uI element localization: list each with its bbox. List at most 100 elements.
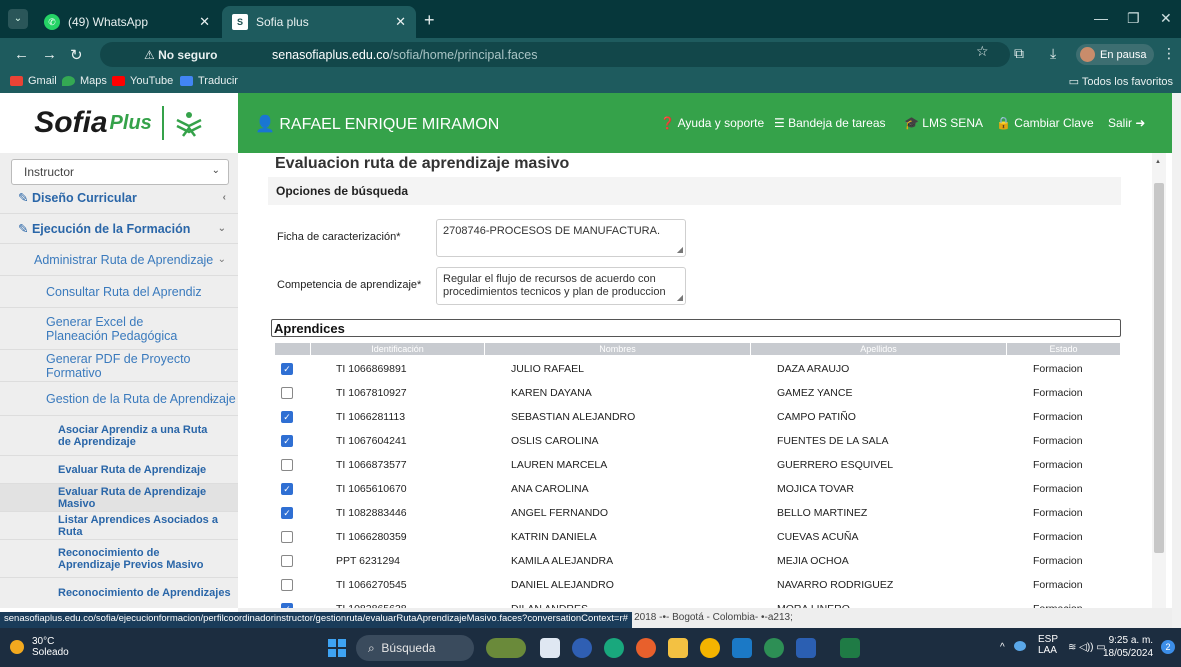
sidebar-item-administrar-ruta[interactable]: Administrar Ruta de Aprendizaje ⌄ (0, 244, 238, 276)
task-view-icon[interactable] (540, 638, 560, 658)
edit-icon: ✎ (18, 222, 29, 236)
row-checkbox[interactable] (281, 387, 293, 399)
lms-link[interactable]: 🎓 LMS SENA (904, 116, 983, 130)
network-volume-battery-icon: ≋ ◁)) ▭ (1068, 642, 1106, 653)
ficha-field[interactable]: 2708746-PROCESOS DE MANUFACTURA. ◢ (436, 219, 686, 257)
chrome-icon[interactable] (700, 638, 720, 658)
sofia-plus-logo[interactable]: Sofia Plus (0, 93, 238, 153)
chrome-profile-icon[interactable] (764, 638, 784, 658)
sidebar-item-reconocimiento-masivo[interactable]: Reconocimiento de Aprendizaje Previos Ma… (0, 540, 238, 578)
bookmarks-bar: Gmail Maps YouTube Traducir ▭ Todos los … (0, 71, 1181, 93)
sidebar-item-diseno-curricular[interactable]: ✎ Diseño Curricular ‹ (0, 182, 238, 214)
cell-nombres: KATRIN DANIELA (511, 531, 597, 543)
column-identificacion[interactable]: Identificación (311, 343, 485, 355)
address-bar[interactable]: ⚠ No seguro senasofiaplus.edu.co/sofia/h… (100, 42, 1010, 67)
column-estado[interactable]: Estado (1007, 343, 1121, 355)
whatsapp-icon: ✆ (44, 14, 60, 30)
sidebar-item-gestion-ruta[interactable]: Gestion de la Ruta de Aprendizaje ⌄ (0, 382, 238, 416)
download-icon[interactable]: ⤓ (1050, 45, 1056, 62)
cell-id: TI 1066280359 (336, 531, 407, 543)
menu-icon[interactable]: ⋮ (1162, 45, 1176, 62)
firefox-icon[interactable] (636, 638, 656, 658)
sidebar-item-evaluar-ruta[interactable]: Evaluar Ruta de Aprendizaje (0, 456, 238, 484)
tasks-link[interactable]: ☰ Bandeja de tareas (774, 116, 886, 130)
page-scrollbar[interactable] (1172, 93, 1181, 628)
minimize-icon[interactable]: — (1094, 10, 1108, 26)
bookmark-gmail[interactable]: Gmail (10, 75, 57, 87)
bookmark-youtube[interactable]: YouTube (112, 75, 173, 87)
taskbar-search[interactable]: ⌕ Búsqueda (356, 635, 474, 661)
table-header: Identificación Nombres Apellidos Estado (275, 343, 1121, 355)
widgets-icon[interactable] (486, 638, 526, 658)
row-checkbox[interactable]: ✓ (281, 363, 293, 375)
bookmark-traducir[interactable]: Traducir (180, 75, 238, 87)
sidebar-item-generar-excel[interactable]: Generar Excel de Planeación Pedagógica (0, 308, 238, 350)
edit-icon: ✎ (18, 191, 29, 205)
sidebar-item-listar-aprendices[interactable]: Listar Aprendices Asociados a Ruta (0, 512, 238, 540)
chevron-left-icon: ‹ (222, 192, 226, 203)
translate-icon (180, 76, 193, 86)
logo-divider (161, 106, 164, 140)
change-password-link[interactable]: 🔒 Cambiar Clave (996, 116, 1094, 130)
cell-estado: Formacion (1033, 435, 1083, 447)
table-row: ✓ TI 1082883446 ANGEL FERNANDO BELLO MARTIN… (275, 501, 1121, 525)
scroll-up-icon[interactable]: ▲ (1155, 159, 1161, 165)
close-tab-icon[interactable]: ✕ (395, 14, 406, 30)
chevron-down-icon: ⌄ (217, 254, 226, 265)
row-checkbox[interactable] (281, 459, 293, 471)
sidebar-item-asociar-aprendiz[interactable]: Asociar Aprendiz a una Ruta de Aprendiza… (0, 416, 238, 456)
clock[interactable]: 9:25 a. m. 18/05/2024 (1103, 634, 1153, 660)
insecure-warning[interactable]: ⚠ No seguro (144, 48, 217, 62)
scrollbar-thumb[interactable] (1154, 183, 1164, 553)
row-checkbox[interactable] (281, 579, 293, 591)
row-checkbox[interactable]: ✓ (281, 507, 293, 519)
row-checkbox[interactable]: ✓ (281, 411, 293, 423)
sidebar-item-consultar-ruta[interactable]: Consultar Ruta del Aprendiz (0, 276, 238, 308)
tab-whatsapp[interactable]: ✆ (49) WhatsApp ✕ (34, 6, 220, 38)
bookmark-star-icon[interactable]: ☆ (976, 43, 989, 60)
table-row: TI 1066280359 KATRIN DANIELA CUEVAS ACUÑA F… (275, 525, 1121, 549)
row-checkbox[interactable] (281, 555, 293, 567)
close-window-icon[interactable]: ✕ (1160, 10, 1172, 27)
content-scrollbar[interactable]: ▲ (1152, 153, 1166, 608)
word-icon[interactable] (796, 638, 816, 658)
cell-apellidos: GAMEZ YANCE (777, 387, 853, 399)
sidebar-item-reconocimiento[interactable]: Reconocimiento de Aprendizajes (0, 578, 238, 608)
help-link[interactable]: ❓ Ayuda y soporte (660, 116, 764, 130)
sidebar-item-ejecucion-formacion[interactable]: ✎ Ejecución de la Formación ⌄ (0, 214, 238, 244)
tab-sofia-plus[interactable]: S Sofia plus ✕ (222, 6, 416, 38)
resize-handle-icon[interactable]: ◢ (677, 243, 683, 256)
competencia-field[interactable]: Regular el flujo de recursos de acuerdo … (436, 267, 686, 305)
profile-button[interactable]: En pausa (1076, 44, 1155, 65)
logout-link[interactable]: Salir ➜ (1108, 116, 1145, 130)
edge-icon[interactable] (604, 638, 624, 658)
row-checkbox[interactable] (281, 531, 293, 543)
resize-handle-icon[interactable]: ◢ (677, 291, 683, 304)
reload-icon[interactable]: ↻ (70, 46, 83, 64)
start-windows-icon[interactable] (328, 639, 346, 657)
bookmark-maps[interactable]: Maps (62, 75, 107, 87)
weather-widget[interactable]: 30°C Soleado (10, 636, 69, 658)
meet-icon[interactable] (572, 638, 592, 658)
all-bookmarks[interactable]: ▭ Todos los favoritos (1069, 75, 1173, 88)
outlook-icon[interactable] (732, 638, 752, 658)
sidebar-item-generar-pdf[interactable]: Generar PDF de Proyecto Formativo (0, 350, 238, 382)
back-icon[interactable]: ← (14, 46, 29, 63)
column-apellidos[interactable]: Apellidos (751, 343, 1007, 355)
sidebar-item-evaluar-ruta-masivo[interactable]: Evaluar Ruta de Aprendizaje Masivo (0, 484, 238, 512)
notification-badge[interactable]: 2 (1161, 640, 1175, 654)
tab-search-icon[interactable]: ⌄ (8, 9, 28, 29)
cell-id: TI 1067604241 (336, 435, 407, 447)
row-checkbox[interactable]: ✓ (281, 435, 293, 447)
close-tab-icon[interactable]: ✕ (199, 14, 210, 30)
file-explorer-icon[interactable] (668, 638, 688, 658)
extensions-icon[interactable]: ⧉ (1014, 45, 1024, 62)
new-tab-icon[interactable]: + (424, 10, 435, 31)
forward-icon[interactable]: → (42, 46, 57, 63)
restore-icon[interactable]: ❐ (1127, 10, 1140, 27)
windows-taskbar: 30°C Soleado ⌕ Búsqueda ^ ESP LAA ≋ ◁)) ▭ … (0, 628, 1181, 667)
excel-icon[interactable] (840, 638, 860, 658)
row-checkbox[interactable]: ✓ (281, 483, 293, 495)
column-nombres[interactable]: Nombres (485, 343, 751, 355)
cell-estado: Formacion (1033, 363, 1083, 375)
